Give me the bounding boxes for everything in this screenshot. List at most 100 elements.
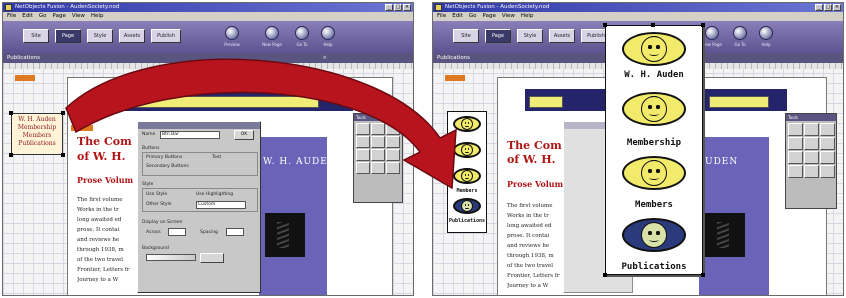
- tool-button[interactable]: [386, 149, 400, 161]
- resize-handle[interactable]: [701, 273, 705, 277]
- tool-button[interactable]: [820, 151, 835, 164]
- tool-button[interactable]: [386, 123, 400, 135]
- menu-go[interactable]: Go: [469, 12, 477, 21]
- resize-handle[interactable]: [61, 153, 65, 157]
- text-radio[interactable]: Text: [212, 155, 221, 160]
- maximize-button[interactable]: □: [824, 4, 832, 11]
- face-button-icon[interactable]: [453, 116, 481, 132]
- tool-button[interactable]: [356, 149, 370, 161]
- background-browse-button[interactable]: [200, 253, 224, 263]
- new-page-label: New Page: [262, 42, 282, 47]
- use-style-radio[interactable]: Use Style: [146, 192, 167, 197]
- tool-button[interactable]: [371, 123, 385, 135]
- tool-button[interactable]: [804, 165, 819, 178]
- face-button-icon[interactable]: [622, 218, 686, 252]
- minimize-button[interactable]: _: [815, 4, 823, 11]
- tool-button[interactable]: [788, 165, 803, 178]
- publish-view-button[interactable]: Publish: [151, 29, 181, 43]
- section-label: Publications: [7, 55, 41, 61]
- across-stepper[interactable]: [168, 228, 186, 236]
- other-style-radio[interactable]: Other Style: [146, 202, 172, 207]
- tool-button[interactable]: [386, 162, 400, 174]
- new-page-button[interactable]: [265, 26, 279, 40]
- resize-handle[interactable]: [603, 23, 607, 27]
- help-button[interactable]: [321, 26, 335, 40]
- tool-button[interactable]: [371, 162, 385, 174]
- background-swatch[interactable]: [146, 254, 196, 261]
- name-field[interactable]: Btn Bar: [160, 131, 220, 139]
- assets-view-button[interactable]: Assets: [119, 29, 145, 43]
- resize-handle[interactable]: [603, 273, 607, 277]
- horizontal-ruler: [3, 63, 413, 69]
- tool-button[interactable]: [371, 149, 385, 161]
- face-button-icon[interactable]: [622, 92, 686, 126]
- selected-text-block[interactable]: W. H. Auden Membership Members Publicati…: [11, 113, 63, 155]
- menu-bar: File Edit Go Page View Help: [3, 12, 413, 21]
- tool-button[interactable]: [804, 137, 819, 150]
- new-page-button[interactable]: [705, 26, 719, 40]
- menu-page[interactable]: Page: [53, 12, 66, 21]
- menu-page[interactable]: Page: [483, 12, 496, 21]
- close-button[interactable]: ×: [833, 4, 841, 11]
- tool-button[interactable]: [820, 123, 835, 136]
- use-highlighting-check[interactable]: Use Highlighting: [196, 192, 233, 197]
- menu-go[interactable]: Go: [39, 12, 47, 21]
- menu-file[interactable]: File: [437, 12, 446, 21]
- resize-handle[interactable]: [9, 111, 13, 115]
- menu-edit[interactable]: Edit: [452, 12, 463, 21]
- page-view-button[interactable]: Page: [55, 29, 81, 43]
- preview-button[interactable]: [225, 26, 239, 40]
- site-view-button[interactable]: Site: [23, 29, 49, 43]
- other-style-field[interactable]: Custom: [196, 201, 246, 209]
- tool-button[interactable]: [788, 151, 803, 164]
- body-line: of the two travel: [507, 263, 554, 269]
- small-button-bar[interactable]: Members Publications: [447, 111, 487, 233]
- help-button[interactable]: [759, 26, 773, 40]
- tool-button[interactable]: [820, 165, 835, 178]
- go-to-button[interactable]: [733, 26, 747, 40]
- menu-view[interactable]: View: [72, 12, 85, 21]
- menu-help[interactable]: Help: [521, 12, 534, 21]
- resize-handle[interactable]: [651, 23, 655, 27]
- tool-button[interactable]: [788, 123, 803, 136]
- primary-buttons-radio[interactable]: Primary Buttons: [146, 155, 182, 160]
- site-view-button[interactable]: Site: [453, 29, 479, 43]
- resize-handle[interactable]: [701, 23, 705, 27]
- close-button[interactable]: ×: [403, 4, 411, 11]
- face-button-icon[interactable]: [622, 156, 686, 190]
- secondary-buttons-radio[interactable]: Secondary Buttons: [146, 164, 189, 169]
- enlarged-button-bar[interactable]: W. H. Auden Membership Members Publicati…: [605, 25, 703, 275]
- tool-button[interactable]: [386, 136, 400, 148]
- tool-button[interactable]: [804, 123, 819, 136]
- face-button-icon[interactable]: [453, 168, 481, 184]
- face-button-icon[interactable]: [453, 142, 481, 158]
- layout-workspace[interactable]: The Com of W. H. Prose Volum The first v…: [3, 63, 413, 295]
- tool-button[interactable]: [356, 123, 370, 135]
- go-to-button[interactable]: [295, 26, 309, 40]
- ok-button[interactable]: OK: [234, 130, 254, 140]
- maximize-button[interactable]: □: [394, 4, 402, 11]
- face-button-icon[interactable]: [622, 32, 686, 66]
- style-view-button[interactable]: Style: [517, 29, 543, 43]
- tool-button[interactable]: [804, 151, 819, 164]
- face-button-icon[interactable]: [453, 198, 481, 214]
- section-close-icon[interactable]: ×: [322, 53, 327, 63]
- spacing-stepper[interactable]: [226, 228, 244, 236]
- app-icon: [5, 4, 12, 11]
- page-view-button[interactable]: Page: [485, 29, 511, 43]
- assets-view-button[interactable]: Assets: [549, 29, 575, 43]
- style-view-button[interactable]: Style: [87, 29, 113, 43]
- menu-edit[interactable]: Edit: [22, 12, 33, 21]
- tool-button[interactable]: [356, 162, 370, 174]
- tool-button[interactable]: [820, 137, 835, 150]
- body-line: through 1938, m: [77, 247, 124, 253]
- minimize-button[interactable]: _: [385, 4, 393, 11]
- tool-button[interactable]: [788, 137, 803, 150]
- resize-handle[interactable]: [61, 111, 65, 115]
- resize-handle[interactable]: [9, 153, 13, 157]
- tool-button[interactable]: [356, 136, 370, 148]
- menu-help[interactable]: Help: [91, 12, 104, 21]
- menu-view[interactable]: View: [502, 12, 515, 21]
- tool-button[interactable]: [371, 136, 385, 148]
- menu-file[interactable]: File: [7, 12, 16, 21]
